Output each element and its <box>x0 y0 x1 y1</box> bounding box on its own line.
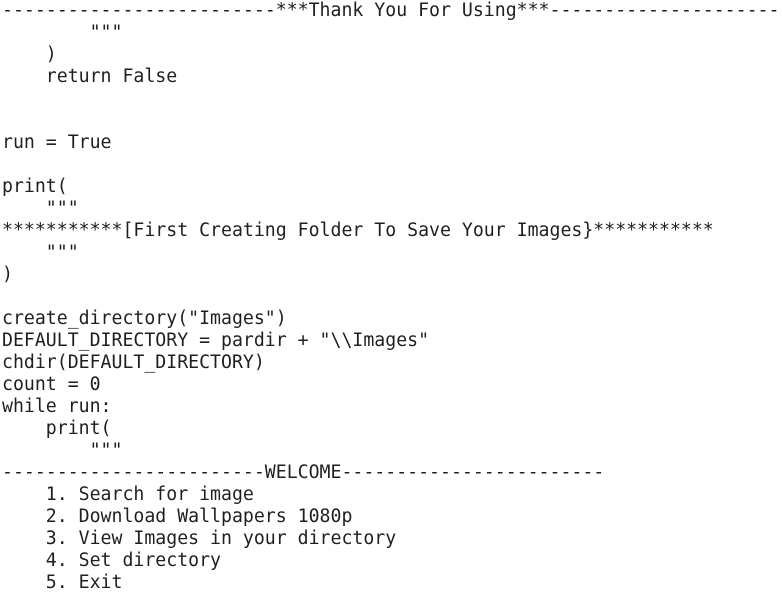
code-line: 3. View Images in your directory <box>2 528 397 549</box>
code-line: return False <box>2 66 178 87</box>
code-line: print( <box>2 418 112 439</box>
code-line: """ <box>2 198 79 219</box>
code-line: -------------------------***Thank You Fo… <box>2 0 780 21</box>
code-line: ) <box>2 44 57 65</box>
code-line: while run: <box>2 396 112 417</box>
code-line: 2. Download Wallpapers 1080p <box>2 506 353 527</box>
code-line: count = 0 <box>2 374 101 395</box>
code-line: ------------------------WELCOME---------… <box>2 462 605 483</box>
code-line: chdir(DEFAULT_DIRECTORY) <box>2 352 265 373</box>
code-line: """ <box>2 440 123 461</box>
code-view: -------------------------***Thank You Fo… <box>0 0 782 597</box>
code-line: 5. Exit <box>2 572 123 593</box>
code-line: """ <box>2 22 123 43</box>
code-line: DEFAULT_DIRECTORY = pardir + "\\Images" <box>2 330 430 351</box>
code-line: 1. Search for image <box>2 484 254 505</box>
code-line: ) <box>2 264 13 285</box>
code-line: 4. Set directory <box>2 550 221 571</box>
code-line: print( <box>2 176 68 197</box>
code-line: create_directory("Images") <box>2 308 287 329</box>
code-line: """ <box>2 242 79 263</box>
code-line: run = True <box>2 132 112 153</box>
code-line: ***********[First Creating Folder To Sav… <box>2 220 714 241</box>
